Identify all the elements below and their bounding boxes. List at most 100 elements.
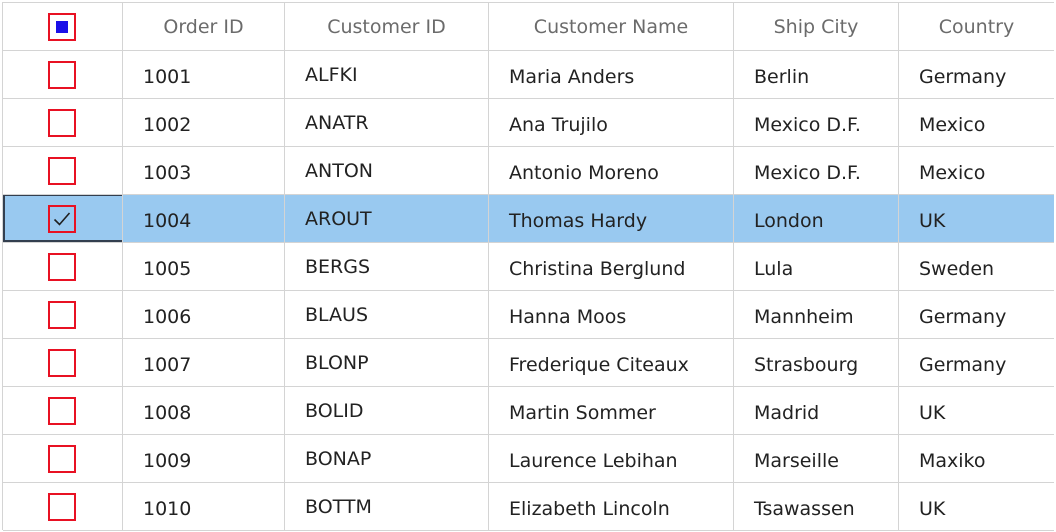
ship-city-cell[interactable]: Berlin — [734, 51, 899, 98]
cell-text: Hanna Moos — [509, 306, 627, 328]
column-header-customer-name[interactable]: Customer Name — [489, 3, 734, 50]
ship-city-cell[interactable]: London — [734, 195, 899, 242]
country-cell[interactable]: Germany — [899, 291, 1054, 338]
table-row[interactable]: 1002 ANATR Ana Trujilo Mexico D.F. Mexico — [3, 99, 1054, 147]
row-checkbox-cell — [3, 435, 123, 482]
customer-id-cell[interactable]: AROUT — [285, 195, 489, 242]
ship-city-cell[interactable]: Mexico D.F. — [734, 147, 899, 194]
cell-text: Maxiko — [919, 450, 986, 472]
country-cell[interactable]: Mexico — [899, 99, 1054, 146]
customer-name-cell[interactable]: Antonio Moreno — [489, 147, 734, 194]
cell-text: ANATR — [305, 112, 369, 134]
header-checkbox-cell — [3, 3, 123, 50]
row-checkbox[interactable] — [48, 61, 76, 89]
country-cell[interactable]: UK — [899, 195, 1054, 242]
country-cell[interactable]: Maxiko — [899, 435, 1054, 482]
table-row[interactable]: 1008 BOLID Martin Sommer Madrid UK — [3, 387, 1054, 435]
ship-city-cell[interactable]: Mannheim — [734, 291, 899, 338]
table-row[interactable]: 1006 BLAUS Hanna Moos Mannheim Germany — [3, 291, 1054, 339]
customer-name-cell[interactable]: Maria Anders — [489, 51, 734, 98]
cell-text: 1001 — [143, 66, 192, 88]
row-checkbox[interactable] — [48, 205, 76, 233]
country-cell[interactable]: Sweden — [899, 243, 1054, 290]
customer-name-cell[interactable]: Martin Sommer — [489, 387, 734, 434]
column-header-label: Order ID — [163, 16, 244, 38]
order-id-cell[interactable]: 1007 — [123, 339, 285, 386]
row-checkbox[interactable] — [48, 301, 76, 329]
column-header-label: Country — [938, 16, 1015, 38]
ship-city-cell[interactable]: Mexico D.F. — [734, 99, 899, 146]
table-row[interactable]: 1003 ANTON Antonio Moreno Mexico D.F. Mexico — [3, 147, 1054, 195]
select-all-checkbox[interactable] — [48, 13, 76, 41]
order-id-cell[interactable]: 1002 — [123, 99, 285, 146]
table-row[interactable]: 1009 BONAP Laurence Lebihan Marseille Maxiko — [3, 435, 1054, 483]
cell-text: Maria Anders — [509, 66, 635, 88]
row-checkbox-cell — [3, 339, 123, 386]
checkmark-icon — [53, 212, 71, 226]
row-checkbox[interactable] — [48, 397, 76, 425]
table-row[interactable]: 1007 BLONP Frederique Citeaux Strasbourg Ger… — [3, 339, 1054, 387]
order-id-cell[interactable]: 1004 — [123, 195, 285, 242]
column-header-label: Customer ID — [327, 16, 446, 38]
customer-id-cell[interactable]: BLAUS — [285, 291, 489, 338]
cell-text: BOLID — [305, 400, 364, 422]
row-checkbox[interactable] — [48, 157, 76, 185]
ship-city-cell[interactable]: Tsawassen — [734, 483, 899, 530]
country-cell[interactable]: Mexico — [899, 147, 1054, 194]
cell-text: Sweden — [919, 258, 995, 280]
cell-text: 1005 — [143, 258, 192, 280]
customer-id-cell[interactable]: ANATR — [285, 99, 489, 146]
row-checkbox[interactable] — [48, 253, 76, 281]
order-id-cell[interactable]: 1010 — [123, 483, 285, 530]
country-cell[interactable]: UK — [899, 387, 1054, 434]
ship-city-cell[interactable]: Lula — [734, 243, 899, 290]
cell-text: Mexico D.F. — [754, 162, 861, 184]
cell-text: 1002 — [143, 114, 192, 136]
cell-text: BOTTM — [305, 496, 372, 518]
cell-text: Madrid — [754, 402, 820, 424]
order-id-cell[interactable]: 1009 — [123, 435, 285, 482]
customer-id-cell[interactable]: BERGS — [285, 243, 489, 290]
column-header-ship-city[interactable]: Ship City — [734, 3, 899, 50]
table-row[interactable]: 1005 BERGS Christina Berglund Lula Sweden — [3, 243, 1054, 291]
customer-id-cell[interactable]: BLONP — [285, 339, 489, 386]
row-checkbox[interactable] — [48, 493, 76, 521]
order-id-cell[interactable]: 1001 — [123, 51, 285, 98]
table-row[interactable]: 1010 BOTTM Elizabeth Lincoln Tsawassen UK — [3, 483, 1054, 531]
column-header-customer-id[interactable]: Customer ID — [285, 3, 489, 50]
customer-id-cell[interactable]: BONAP — [285, 435, 489, 482]
order-id-cell[interactable]: 1008 — [123, 387, 285, 434]
customer-name-cell[interactable]: Thomas Hardy — [489, 195, 734, 242]
customer-name-cell[interactable]: Hanna Moos — [489, 291, 734, 338]
customer-name-cell[interactable]: Laurence Lebihan — [489, 435, 734, 482]
ship-city-cell[interactable]: Marseille — [734, 435, 899, 482]
customer-name-cell[interactable]: Ana Trujilo — [489, 99, 734, 146]
customer-id-cell[interactable]: BOTTM — [285, 483, 489, 530]
order-id-cell[interactable]: 1006 — [123, 291, 285, 338]
row-checkbox[interactable] — [48, 349, 76, 377]
ship-city-cell[interactable]: Madrid — [734, 387, 899, 434]
row-checkbox-cell — [3, 195, 123, 242]
column-header-country[interactable]: Country — [899, 3, 1054, 50]
cell-text: Tsawassen — [754, 498, 855, 520]
ship-city-cell[interactable]: Strasbourg — [734, 339, 899, 386]
customer-name-cell[interactable]: Elizabeth Lincoln — [489, 483, 734, 530]
customer-name-cell[interactable]: Frederique Citeaux — [489, 339, 734, 386]
row-checkbox[interactable] — [48, 109, 76, 137]
country-cell[interactable]: Germany — [899, 51, 1054, 98]
order-id-cell[interactable]: 1005 — [123, 243, 285, 290]
country-cell[interactable]: UK — [899, 483, 1054, 530]
table-row[interactable]: 1001 ALFKI Maria Anders Berlin Germany — [3, 51, 1054, 99]
country-cell[interactable]: Germany — [899, 339, 1054, 386]
cell-text: UK — [919, 498, 946, 520]
cell-text: Germany — [919, 306, 1007, 328]
order-id-cell[interactable]: 1003 — [123, 147, 285, 194]
customer-id-cell[interactable]: BOLID — [285, 387, 489, 434]
customer-id-cell[interactable]: ANTON — [285, 147, 489, 194]
customer-id-cell[interactable]: ALFKI — [285, 51, 489, 98]
column-header-label: Ship City — [773, 16, 859, 38]
table-row[interactable]: 1004 AROUT Thomas Hardy London UK — [3, 195, 1054, 243]
row-checkbox[interactable] — [48, 445, 76, 473]
column-header-order-id[interactable]: Order ID — [123, 3, 285, 50]
customer-name-cell[interactable]: Christina Berglund — [489, 243, 734, 290]
